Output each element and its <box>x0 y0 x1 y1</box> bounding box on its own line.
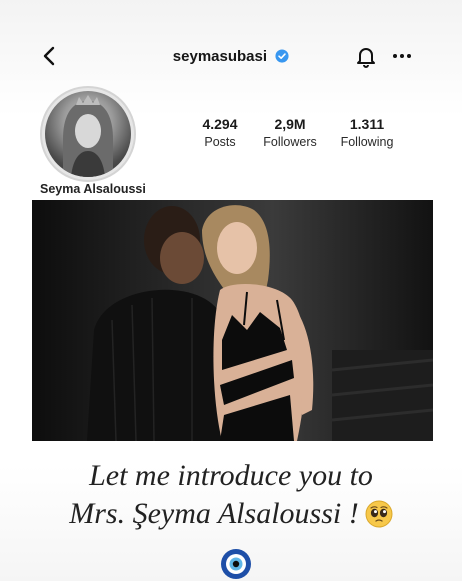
caption-line-2-wrap: Mrs. Şeyma Alsaloussi ! <box>0 495 462 533</box>
pleading-face-icon <box>365 500 393 528</box>
followers-stat[interactable]: 2,9M Followers <box>250 116 330 149</box>
more-horizontal-icon <box>393 54 411 58</box>
story-screen: seymasubasi Seyma Alsaloussi 4.294 Posts… <box>0 0 462 581</box>
more-options-button[interactable] <box>390 44 414 68</box>
caption-line-1: Let me introduce you to <box>89 459 373 492</box>
posts-count: 4.294 <box>202 116 238 132</box>
profile-photo-icon <box>63 95 113 177</box>
following-label: Following <box>340 135 394 149</box>
couple-photo <box>87 205 433 441</box>
following-stat[interactable]: 1.311 Following <box>327 116 407 149</box>
posts-label: Posts <box>204 135 236 149</box>
evil-eye-icon <box>221 549 251 579</box>
post-photo[interactable] <box>32 200 433 441</box>
profile-header: seymasubasi <box>0 38 462 74</box>
story-caption: Let me introduce you to Mrs. Şeyma Alsal… <box>0 457 462 533</box>
avatar-button[interactable] <box>40 86 136 182</box>
bell-icon <box>357 48 375 68</box>
verified-badge-icon <box>275 49 289 63</box>
notifications-button[interactable] <box>354 44 378 68</box>
avatar <box>45 91 131 177</box>
username: seymasubasi <box>172 48 268 65</box>
followers-label: Followers <box>263 135 317 149</box>
following-count: 1.311 <box>349 116 385 132</box>
display-name: Seyma Alsaloussi <box>40 182 146 196</box>
profile-stats: 4.294 Posts 2,9M Followers 1.311 Followi… <box>180 116 420 156</box>
posts-stat[interactable]: 4.294 Posts <box>180 116 260 149</box>
followers-count: 2,9M <box>274 116 306 132</box>
caption-line-2: Mrs. Şeyma Alsaloussi ! <box>69 497 359 530</box>
